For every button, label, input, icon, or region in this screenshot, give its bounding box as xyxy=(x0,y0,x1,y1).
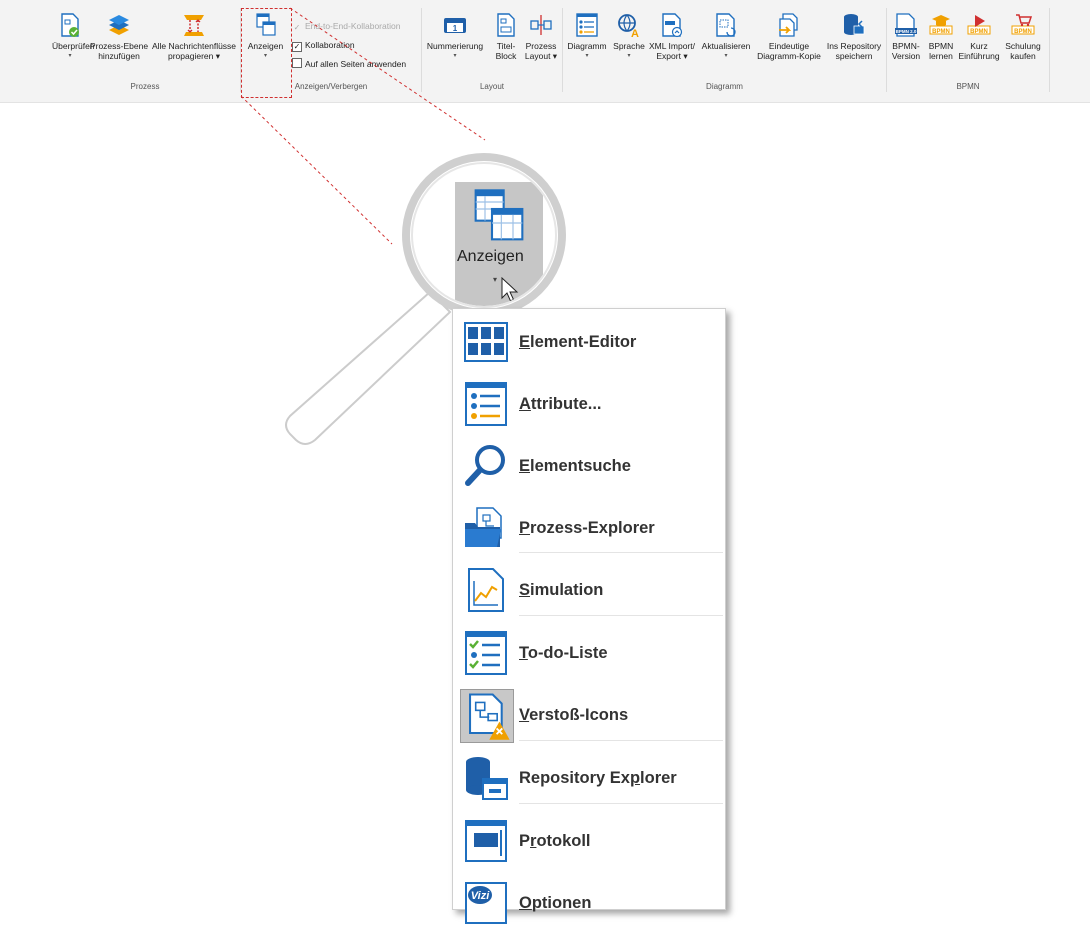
violation-icon xyxy=(460,689,514,743)
menu-separator xyxy=(519,615,723,616)
menu-item-todo-liste[interactable]: To-do-Liste xyxy=(453,622,725,684)
anzeigen-dropdown-menu: Element-Editor Attribute... Elementsuche… xyxy=(452,308,726,924)
menu-item-label: Attribute... xyxy=(519,395,602,413)
mouse-cursor-icon xyxy=(501,277,519,302)
menu-item-label: Prozess-Explorer xyxy=(519,519,655,537)
menu-item-label: To-do-Liste xyxy=(519,644,608,662)
vizi-options-icon: Vizi xyxy=(465,882,507,924)
menu-item-elementsuche[interactable]: Elementsuche xyxy=(453,435,725,497)
magnifier-handle xyxy=(285,290,452,445)
menu-item-label: Element-Editor xyxy=(519,333,637,351)
menu-item-label: Elementsuche xyxy=(519,457,631,475)
chevron-down-icon: ▾ xyxy=(493,275,498,284)
magnifier-icon xyxy=(465,445,505,486)
menu-item-protokoll[interactable]: Protokoll xyxy=(453,810,725,872)
menu-item-optionen[interactable]: Vizi Optionen xyxy=(453,872,725,934)
grid-icon xyxy=(464,322,508,362)
callout-line-right xyxy=(289,7,486,141)
protocol-icon xyxy=(465,820,507,862)
magnifier-lens: Anzeigen ▾ xyxy=(413,164,555,306)
menu-separator xyxy=(519,803,723,804)
attribute-list-icon xyxy=(465,382,507,426)
menu-separator xyxy=(519,740,723,741)
todo-list-icon xyxy=(465,631,507,675)
menu-item-label: Protokoll xyxy=(519,832,591,850)
show-panels-icon xyxy=(474,189,524,241)
menu-separator xyxy=(519,552,723,553)
menu-item-attribute[interactable]: Attribute... xyxy=(453,373,725,435)
simulation-chart-icon xyxy=(468,568,504,612)
menu-item-prozess-explorer[interactable]: Prozess-Explorer xyxy=(453,497,725,559)
menu-item-simulation[interactable]: Simulation xyxy=(453,559,725,621)
magnified-anzeigen-label: Anzeigen xyxy=(457,248,524,265)
magnified-anzeigen-button xyxy=(455,182,543,306)
vizi-badge: Vizi xyxy=(471,890,490,902)
callout-line-left xyxy=(240,95,393,245)
repository-icon xyxy=(466,757,508,800)
menu-item-element-editor[interactable]: Element-Editor xyxy=(453,311,725,373)
folder-process-icon xyxy=(465,507,502,547)
menu-item-label: Verstoß-Icons xyxy=(519,706,629,724)
menu-item-label: Repository Explorer xyxy=(519,769,677,787)
menu-item-label: Simulation xyxy=(519,581,604,599)
menu-item-repository-explorer[interactable]: Repository Explorer xyxy=(453,747,725,809)
menu-item-verstoss-icons[interactable]: Verstoß-Icons xyxy=(453,684,725,746)
